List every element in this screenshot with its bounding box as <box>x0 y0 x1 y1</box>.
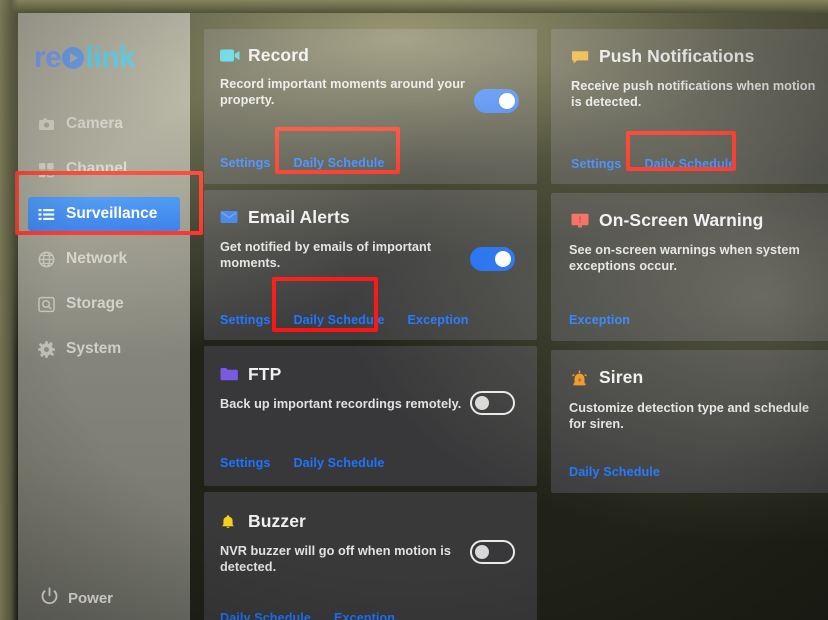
card-on-screen-warning[interactable]: On-Screen Warning See on-screen warnings… <box>551 193 828 341</box>
card-title: Record <box>248 45 309 65</box>
card-description: NVR buzzer will go off when motion is de… <box>220 544 451 575</box>
on-screen-warning-exception-link[interactable]: Exception <box>569 313 630 327</box>
card-links: Exception <box>569 313 630 327</box>
logo-text-part2: link <box>85 41 136 74</box>
sidebar-item-network[interactable]: Network <box>28 242 180 276</box>
speech-bubble-icon <box>571 49 589 64</box>
card-description: Back up important recordings remotely. <box>220 397 462 411</box>
card-links: Settings Daily Schedule <box>571 157 735 171</box>
logo-play-circle-icon <box>62 47 85 69</box>
sidebar-item-system[interactable]: System <box>28 332 180 366</box>
logo-text-part1: re <box>34 41 62 74</box>
toggle-knob <box>475 396 489 410</box>
sidebar: re link Camera Channel Surveillance Netw… <box>18 13 190 620</box>
card-links: Daily Schedule Exception <box>220 611 395 620</box>
sidebar-item-label: Storage <box>66 295 124 312</box>
ftp-daily-schedule-link[interactable]: Daily Schedule <box>293 456 384 470</box>
card-title: On-Screen Warning <box>599 210 764 230</box>
ftp-toggle[interactable] <box>470 391 515 415</box>
card-push-notifications[interactable]: Push Notifications Receive push notifica… <box>551 29 828 184</box>
record-toggle[interactable] <box>474 89 519 113</box>
toggle-knob <box>495 251 511 267</box>
camera-icon <box>38 116 55 133</box>
card-title: Push Notifications <box>599 46 755 66</box>
email-alerts-daily-schedule-link[interactable]: Daily Schedule <box>293 313 384 327</box>
monitor-bezel-top <box>0 0 828 13</box>
sidebar-item-storage[interactable]: Storage <box>28 287 180 321</box>
card-title: FTP <box>248 364 282 384</box>
toggle-knob <box>499 93 515 109</box>
push-daily-schedule-link[interactable]: Daily Schedule <box>644 157 735 171</box>
card-record[interactable]: Record Record important moments around y… <box>204 29 537 184</box>
card-description: Get notified by emails of important mome… <box>220 240 432 271</box>
card-title: Siren <box>599 367 644 387</box>
monitor-bezel-left <box>0 0 18 620</box>
gear-icon <box>38 340 55 358</box>
card-title: Email Alerts <box>248 207 350 227</box>
power-button[interactable]: Power <box>40 587 113 610</box>
sidebar-item-camera[interactable]: Camera <box>28 107 180 141</box>
card-links: Daily Schedule <box>569 465 660 479</box>
sidebar-item-channel[interactable]: Channel <box>28 152 180 186</box>
reolink-logo: re link <box>34 41 136 75</box>
sidebar-item-label: Network <box>66 250 128 267</box>
card-links: Settings Daily Schedule <box>220 156 384 170</box>
card-description: Record important moments around your pro… <box>220 77 465 108</box>
card-ftp[interactable]: FTP Back up important recordings remotel… <box>204 346 537 486</box>
card-header: Push Notifications <box>571 46 754 67</box>
card-email-alerts[interactable]: Email Alerts Get notified by emails of i… <box>204 190 537 340</box>
email-alerts-exception-link[interactable]: Exception <box>407 313 468 327</box>
folder-icon <box>220 367 238 382</box>
card-links: Settings Daily Schedule <box>220 456 384 470</box>
record-settings-link[interactable]: Settings <box>220 156 270 170</box>
sidebar-item-label: Channel <box>66 160 128 177</box>
card-description: Customize detection type and schedule fo… <box>569 401 810 432</box>
envelope-icon <box>220 210 238 225</box>
card-header: Siren <box>571 367 643 388</box>
siren-daily-schedule-link[interactable]: Daily Schedule <box>569 465 660 479</box>
card-title: Buzzer <box>248 511 306 531</box>
power-label: Power <box>68 590 114 607</box>
card-header: Record <box>220 45 309 66</box>
grid-icon <box>38 161 55 178</box>
card-header: Email Alerts <box>220 207 350 228</box>
card-description: See on-screen warnings when system excep… <box>569 243 800 274</box>
card-siren[interactable]: Siren Customize detection type and sched… <box>551 350 828 493</box>
power-icon <box>40 587 59 610</box>
ftp-settings-link[interactable]: Settings <box>220 456 270 470</box>
globe-icon <box>38 251 55 268</box>
buzzer-exception-link[interactable]: Exception <box>334 611 395 620</box>
card-header: Buzzer <box>220 511 306 532</box>
siren-icon <box>571 370 589 386</box>
card-header: On-Screen Warning <box>571 210 763 231</box>
bell-icon <box>220 514 238 529</box>
monitor-warning-icon <box>571 213 589 228</box>
sidebar-nav: Camera Channel Surveillance Network Stor… <box>18 107 190 377</box>
sidebar-item-label: System <box>66 340 122 357</box>
card-buzzer[interactable]: Buzzer NVR buzzer will go off when motio… <box>204 492 537 620</box>
record-daily-schedule-link[interactable]: Daily Schedule <box>293 156 384 170</box>
surveillance-cards-grid: Record Record important moments around y… <box>190 13 828 620</box>
hard-drive-icon <box>38 296 55 313</box>
sidebar-item-surveillance[interactable]: Surveillance <box>28 197 180 231</box>
card-header: FTP <box>220 364 281 385</box>
video-camera-icon <box>220 48 240 63</box>
buzzer-toggle[interactable] <box>470 540 515 564</box>
toggle-knob <box>475 545 489 559</box>
sidebar-item-label: Camera <box>66 115 123 132</box>
email-alerts-settings-link[interactable]: Settings <box>220 313 270 327</box>
card-links: Settings Daily Schedule Exception <box>220 313 469 327</box>
push-settings-link[interactable]: Settings <box>571 157 621 171</box>
list-icon <box>38 206 55 223</box>
email-alerts-toggle[interactable] <box>470 247 515 271</box>
device-screen-photo: re link Camera Channel Surveillance Netw… <box>0 0 828 620</box>
card-description: Receive push notifications when motion i… <box>571 79 816 110</box>
sidebar-item-label: Surveillance <box>66 205 158 222</box>
buzzer-daily-schedule-link[interactable]: Daily Schedule <box>220 611 311 620</box>
